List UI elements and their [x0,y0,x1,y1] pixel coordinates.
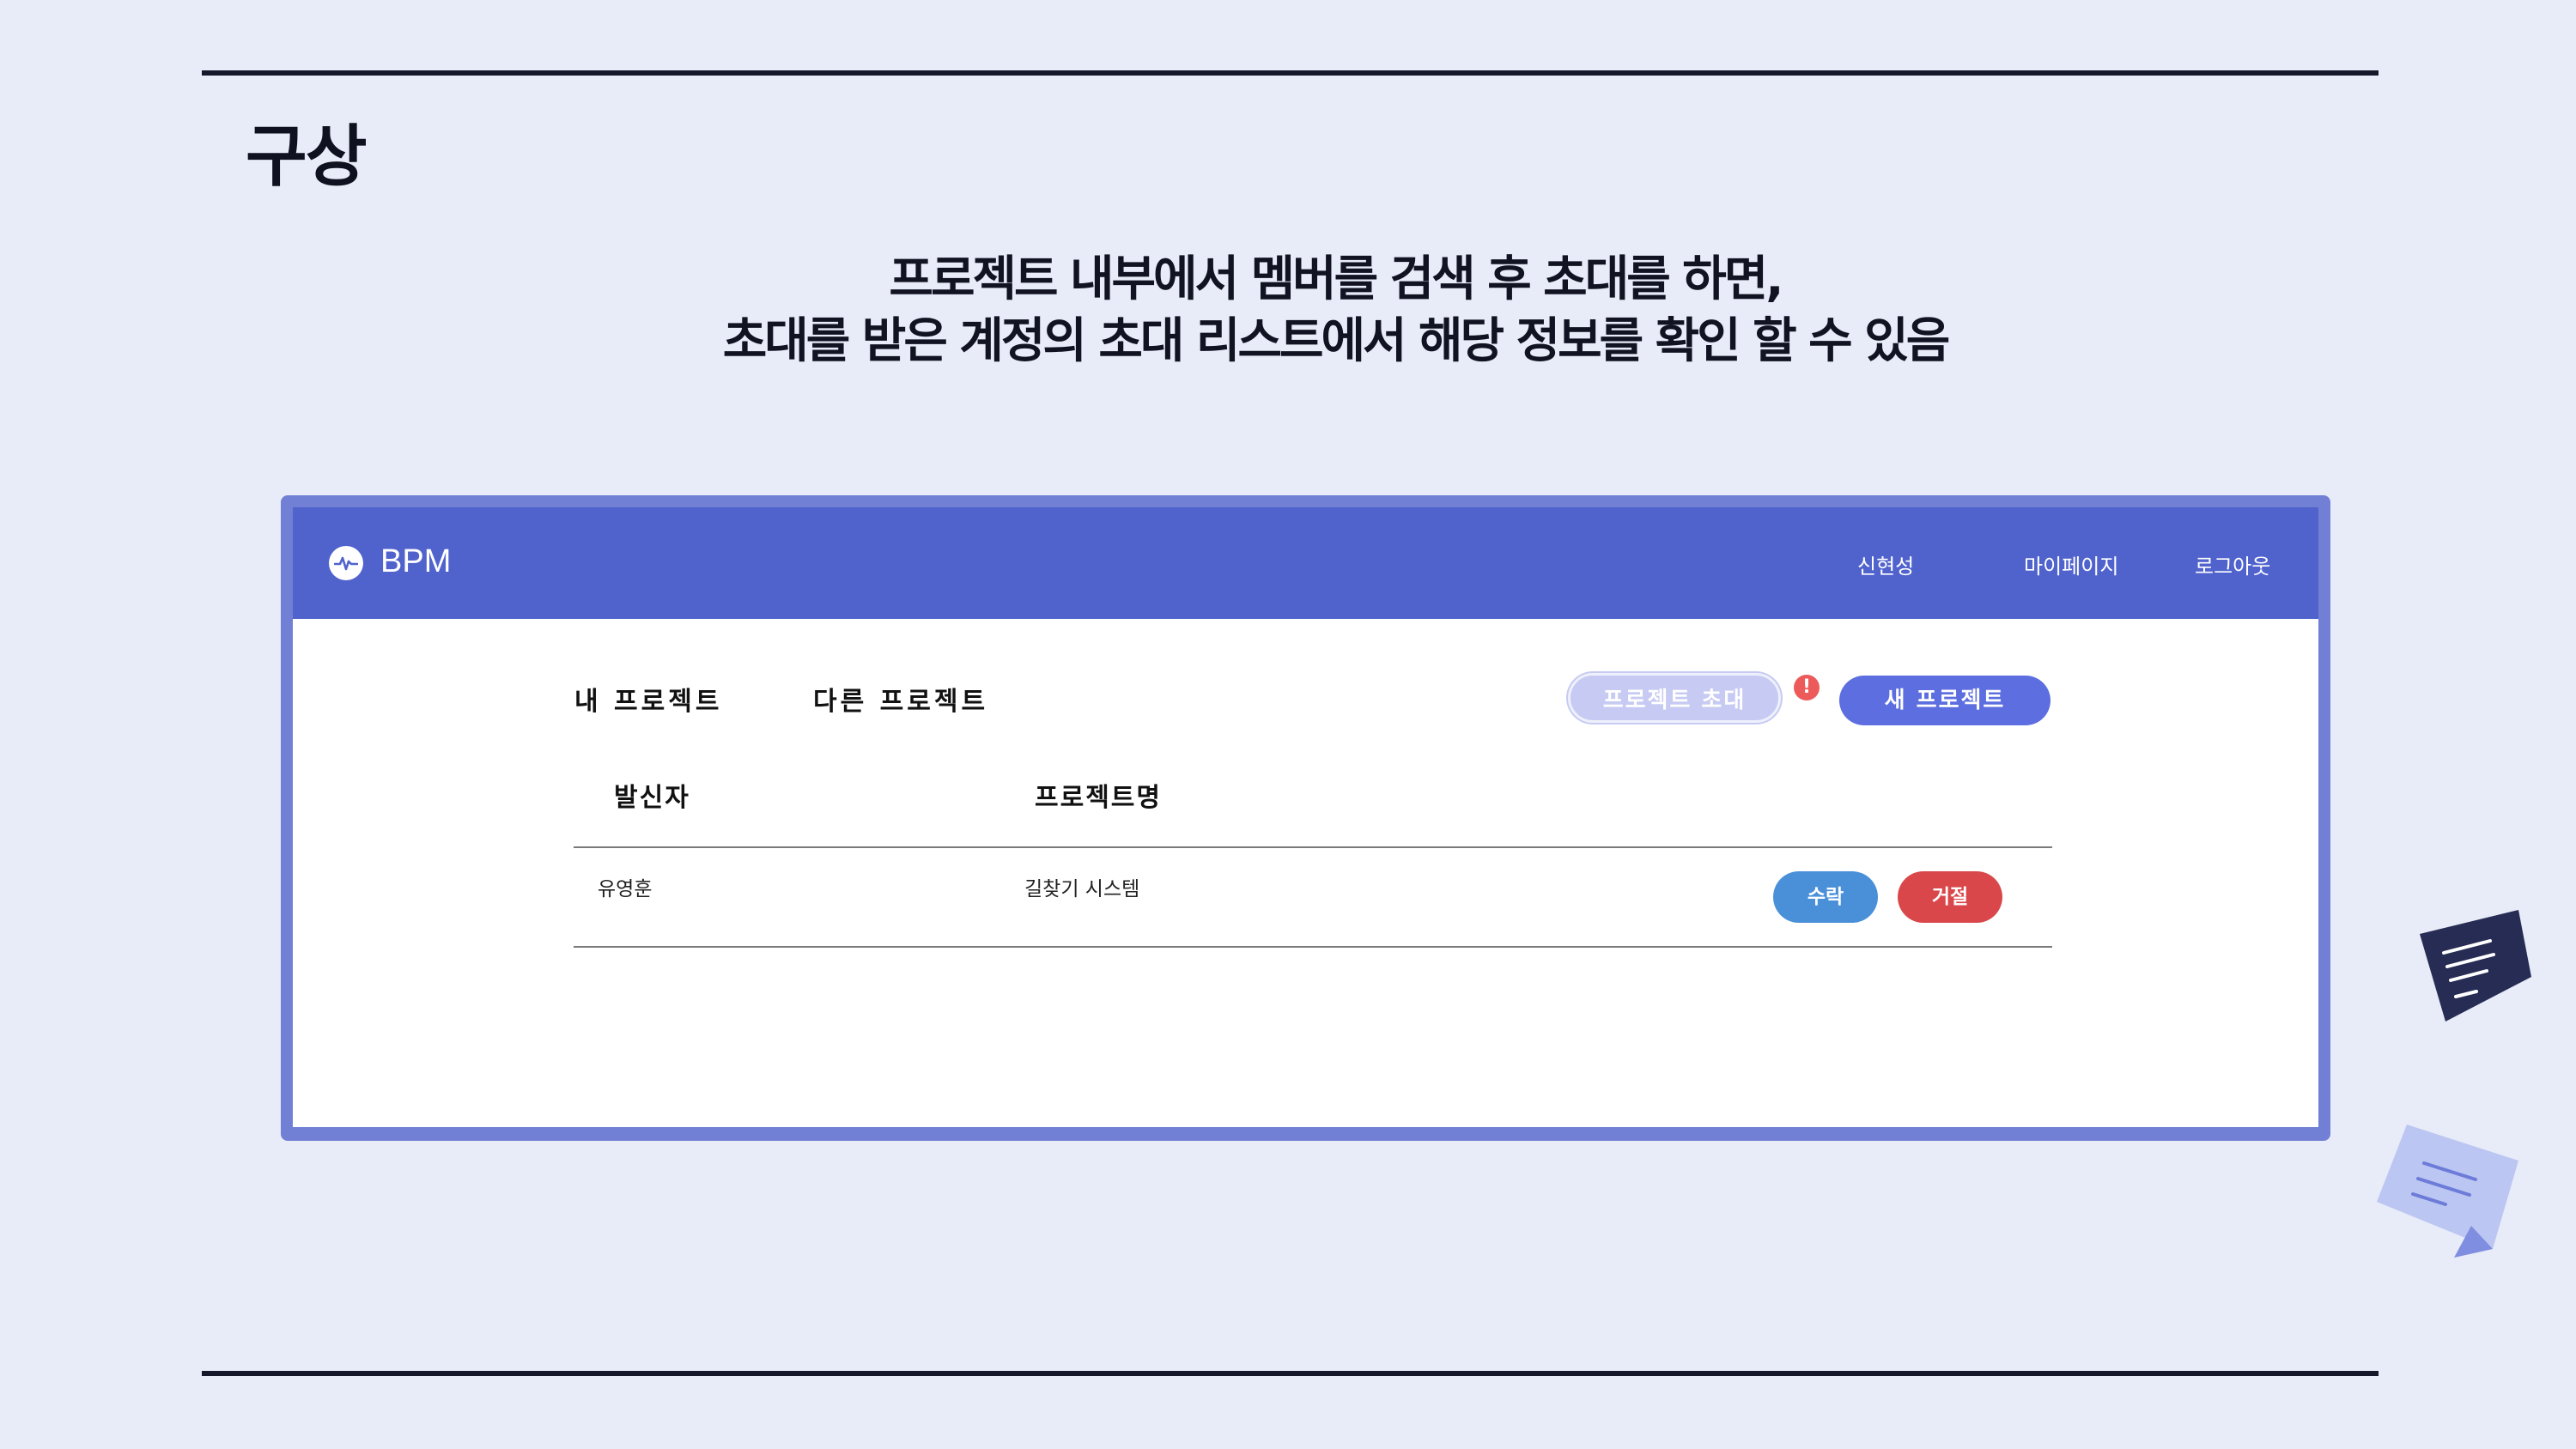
description-line-1: 프로젝트 내부에서 멤버를 검색 후 초대를 하면, [889,252,1783,307]
alert-icon: ! [1794,675,1820,700]
table-divider [574,846,2052,848]
paper-note-icon [2377,1125,2523,1270]
row-project-name: 길찾기 시스템 [1024,878,1140,900]
description-line-2: 초대를 받은 계정의 초대 리스트에서 해당 정보를 확인 할 수 있음 [722,313,1950,369]
row-sender: 유영훈 [598,878,653,900]
brand-name[interactable]: BPM [380,543,451,580]
column-header-project: 프로젝트명 [1035,783,1162,813]
document-note-icon [2420,910,2531,1022]
slide-description: 프로젝트 내부에서 멤버를 검색 후 초대를 하면, 초대를 받은 계정의 초대… [0,249,2576,373]
slide-title: 구상 [246,118,368,196]
app-screenshot-frame: BPM 신현성 마이페이지 로그아웃 내 프로젝트 다른 프로젝트 프로젝트 초… [281,495,2330,1141]
top-rule [202,70,2379,76]
column-header-sender: 발신자 [614,783,690,813]
pulse-icon[interactable] [329,546,363,580]
project-invite-button[interactable]: 프로젝트 초대 [1568,673,1781,723]
new-project-button[interactable]: 새 프로젝트 [1839,676,2050,725]
table-divider [574,946,2052,948]
nav-user-name[interactable]: 신현성 [1857,549,1914,579]
bottom-rule [202,1371,2379,1376]
nav-mypage-link[interactable]: 마이페이지 [2024,549,2118,579]
reject-button[interactable]: 거절 [1898,871,2002,923]
app-window: BPM 신현성 마이페이지 로그아웃 내 프로젝트 다른 프로젝트 프로젝트 초… [293,507,2318,1127]
tab-other-projects[interactable]: 다른 프로젝트 [813,680,988,718]
accept-button[interactable]: 수락 [1773,871,1878,923]
navbar: BPM 신현성 마이페이지 로그아웃 [293,507,2318,619]
tab-my-projects[interactable]: 내 프로젝트 [574,680,722,718]
nav-logout-link[interactable]: 로그아웃 [2195,549,2270,579]
